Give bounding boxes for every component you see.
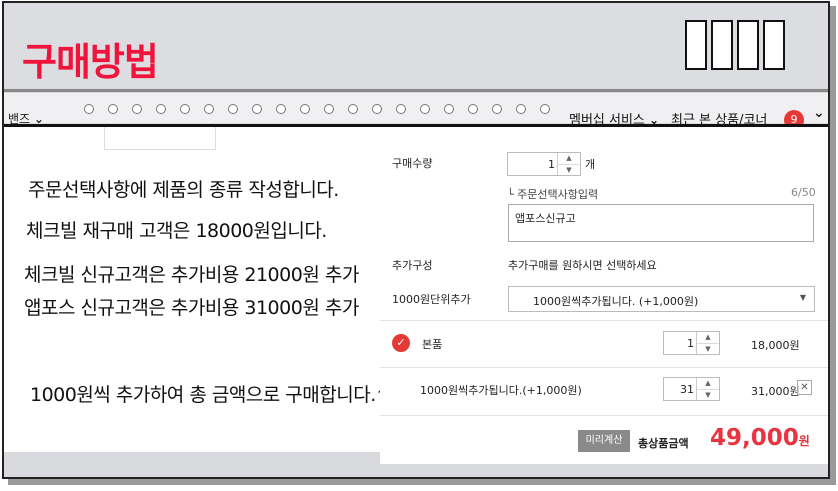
slider-dot[interactable] bbox=[228, 104, 238, 114]
stepper-buttons[interactable]: ▲ ▼ bbox=[557, 153, 580, 175]
option-input-field[interactable]: 앱포스신규고 bbox=[508, 204, 814, 242]
slider-dot[interactable] bbox=[300, 104, 310, 114]
note-line: 주문선택사항에 제품의 종류 작성합니다. bbox=[28, 179, 339, 201]
stepper-down-icon[interactable]: ▼ bbox=[697, 344, 719, 355]
stepper-buttons[interactable]: ▲ ▼ bbox=[696, 378, 719, 400]
stepper-buttons[interactable]: ▲ ▼ bbox=[696, 332, 719, 354]
total-unit: 원 bbox=[798, 434, 810, 448]
slider-dot[interactable] bbox=[108, 104, 118, 114]
nav-strip: 밴즈 ⌄ 멤버십 서비스 ⌄ 최근 본 상품/코너 bbox=[4, 93, 828, 128]
header-box bbox=[711, 20, 733, 70]
line-quantity-stepper[interactable]: 1 ▲ ▼ bbox=[663, 331, 720, 355]
frame-shadow-bottom bbox=[8, 479, 836, 485]
total-value: 49,000 bbox=[710, 425, 799, 451]
note-line: 앱포스 신규고객은 추가비용 31000원 추가 bbox=[24, 297, 359, 319]
slider-dot[interactable] bbox=[516, 104, 526, 114]
header-box bbox=[737, 20, 759, 70]
stepper-up-icon[interactable]: ▲ bbox=[558, 153, 580, 165]
quantity-stepper[interactable]: 1 ▲ ▼ bbox=[507, 152, 581, 176]
line-price: 18,000원 bbox=[751, 339, 800, 352]
chevron-down-icon: ▼ bbox=[799, 293, 806, 302]
slider-dot[interactable] bbox=[132, 104, 142, 114]
line-quantity-stepper[interactable]: 31 ▲ ▼ bbox=[663, 377, 720, 401]
slider-dot[interactable] bbox=[204, 104, 214, 114]
header-placeholder-boxes bbox=[685, 20, 785, 70]
line-price: 31,000원 bbox=[751, 385, 800, 398]
extra-hint: 추가구매를 원하시면 선택하세요 bbox=[508, 259, 657, 272]
calculate-button[interactable]: 미리계산 bbox=[578, 430, 630, 452]
slider-dot[interactable] bbox=[156, 104, 166, 114]
unit-add-select[interactable]: 1000원씩추가됩니다. (+1,000원) ▼ bbox=[508, 286, 815, 312]
header-box bbox=[685, 20, 707, 70]
unit-add-label: 1000원단위추가 bbox=[392, 293, 471, 306]
slider-dot[interactable] bbox=[276, 104, 286, 114]
unit-add-selected: 1000원씩추가됩니다. (+1,000원) bbox=[533, 295, 699, 308]
instructions-area: 주문선택사항에 제품의 종류 작성합니다. 체크빌 재구매 고객은 18000원… bbox=[4, 127, 407, 452]
stepper-up-icon[interactable]: ▲ bbox=[697, 378, 719, 390]
stepper-up-icon[interactable]: ▲ bbox=[697, 332, 719, 344]
line-item-name: 본품 bbox=[422, 338, 443, 351]
slider-dot[interactable] bbox=[348, 104, 358, 114]
note-line: 체크빌 재구매 고객은 18000원입니다. bbox=[26, 220, 327, 242]
slider-dot[interactable] bbox=[372, 104, 382, 114]
note-line: 1000원씩 추가하여 총 금액으로 구매합니다.^^ bbox=[30, 384, 407, 406]
slider-dot[interactable] bbox=[468, 104, 478, 114]
quantity-value[interactable]: 1 bbox=[548, 158, 555, 171]
slider-dot[interactable] bbox=[252, 104, 262, 114]
slider-dot[interactable] bbox=[540, 104, 550, 114]
slider-dot[interactable] bbox=[396, 104, 406, 114]
check-icon[interactable]: ✓ bbox=[392, 334, 410, 352]
divider bbox=[380, 320, 828, 321]
slider-dot[interactable] bbox=[444, 104, 454, 114]
line-quantity-value[interactable]: 31 bbox=[680, 383, 694, 396]
chevron-down-icon[interactable]: ⌄ bbox=[813, 105, 825, 121]
slider-dot[interactable] bbox=[420, 104, 430, 114]
stepper-down-icon[interactable]: ▼ bbox=[558, 165, 580, 176]
divider bbox=[380, 415, 828, 416]
divider bbox=[380, 367, 828, 368]
tab-outline bbox=[104, 127, 216, 150]
screenshot-frame: 구매방법 밴즈 ⌄ 멤버십 서비스 ⌄ 최근 본 상품/코너 9 ⌄ 주문선택사… bbox=[2, 1, 830, 479]
option-input-counter: 6/50 bbox=[791, 186, 816, 199]
slider-dot[interactable] bbox=[180, 104, 190, 114]
total-amount: 49,000원 bbox=[710, 425, 810, 451]
slider-dot[interactable] bbox=[492, 104, 502, 114]
page-title: 구매방법 bbox=[22, 40, 159, 84]
option-input-label: └ 주문선택사항입력 bbox=[507, 188, 599, 201]
frame-shadow-right bbox=[830, 6, 836, 484]
slider-dot[interactable] bbox=[84, 104, 94, 114]
header-divider bbox=[4, 89, 828, 92]
order-panel: 구매수량 1 ▲ ▼ 개 └ 주문선택사항입력 6/50 앱포스신규고 추가구성 … bbox=[380, 127, 828, 464]
extra-label: 추가구성 bbox=[392, 259, 433, 272]
total-label: 총상품금액 bbox=[638, 437, 689, 450]
header-box bbox=[763, 20, 785, 70]
line-item-name: 1000원씩추가됩니다.(+1,000원) bbox=[420, 384, 582, 397]
stepper-down-icon[interactable]: ▼ bbox=[697, 390, 719, 401]
note-line: 체크빌 신규고객은 추가비용 21000원 추가 bbox=[24, 264, 359, 286]
line-quantity-value[interactable]: 1 bbox=[687, 337, 694, 350]
quantity-label: 구매수량 bbox=[392, 157, 433, 170]
page-header: 구매방법 bbox=[4, 3, 828, 87]
slider-dot[interactable] bbox=[324, 104, 334, 114]
remove-icon[interactable]: ✕ bbox=[797, 380, 812, 395]
quantity-unit: 개 bbox=[585, 158, 596, 171]
